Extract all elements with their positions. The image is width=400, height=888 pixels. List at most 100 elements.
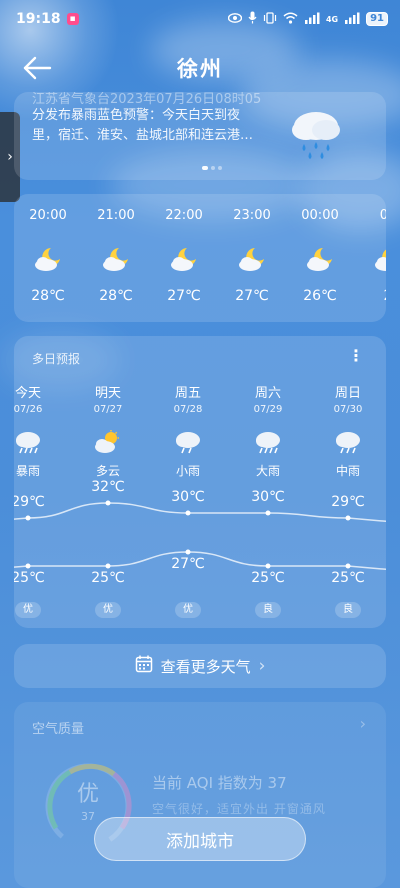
day-name: 周六 xyxy=(254,386,281,401)
moderate-rain-cloud-icon xyxy=(334,430,362,458)
pager-dot xyxy=(211,166,215,170)
day-condition: 中雨 xyxy=(335,464,360,478)
aqi-badge: 良 xyxy=(335,602,361,618)
moon-cloud-icon xyxy=(238,246,266,276)
more-weather-label: 查看更多天气 xyxy=(160,657,251,676)
high-temp-curve-point xyxy=(345,515,351,521)
day-date: 07/27 xyxy=(93,404,123,415)
low-temp-curve-point xyxy=(345,563,351,569)
day-date: 07/26 xyxy=(14,404,43,415)
alert-line-1: 分发布暴雨蓝色预警：今天白天到夜 xyxy=(32,108,241,123)
hour-temp: 28℃ xyxy=(99,288,133,304)
low-temp-label: 25℃ xyxy=(14,570,45,586)
battery-icon: 91 xyxy=(366,12,388,26)
alert-text: 江苏省气象台2023年07月26日08时05 分发布暴雨蓝色预警：今天白天到夜 … xyxy=(32,92,292,146)
high-temp-label: 30℃ xyxy=(251,489,285,505)
heavy-rain-cloud-icon xyxy=(286,106,346,166)
aqi-description: 当前 AQI 指数为 37 xyxy=(152,774,287,792)
day-date: 07/28 xyxy=(173,404,203,415)
add-city-button[interactable]: 添加城市 xyxy=(94,817,306,861)
moon-cloud-icon xyxy=(102,246,130,276)
chevron-right-icon: › xyxy=(258,656,266,676)
day-name: 周日 xyxy=(334,386,361,401)
aqi-badge: 良 xyxy=(255,602,281,618)
hour-temp: 26℃ xyxy=(303,288,337,304)
hour-time: 01 xyxy=(379,208,386,223)
daily-forecast-card[interactable]: 多日预报 ⋮ 今天 07/26 暴雨 优 明天 07/27 多云 优 周五 07… xyxy=(14,336,386,628)
aqi-badge: 优 xyxy=(175,602,201,618)
app-header: 徐州 xyxy=(0,46,400,90)
low-temp-label: 25℃ xyxy=(91,570,125,586)
aqi-title: 空气质量 xyxy=(32,722,85,737)
day-name: 明天 xyxy=(94,386,121,401)
low-temp-label: 25℃ xyxy=(251,570,285,586)
moon-cloud-icon xyxy=(374,246,386,276)
hourly-forecast-card[interactable]: 20:00 28℃ 21:00 28℃ 22:00 27℃ 23:00 27℃ … xyxy=(14,194,386,322)
day-name: 周五 xyxy=(174,386,201,401)
alert-line-2: 里，宿迁、淮安、盐城北部和连云港… xyxy=(32,128,254,143)
add-city-label: 添加城市 xyxy=(166,831,234,852)
high-temp-curve-point xyxy=(25,515,31,521)
moon-cloud-icon xyxy=(34,246,62,276)
light-rain-cloud-icon xyxy=(174,430,202,458)
hour-time: 20:00 xyxy=(29,208,67,223)
hour-time: 23:00 xyxy=(233,208,271,223)
chevron-right-icon: › xyxy=(359,714,366,733)
aqi-badge: 优 xyxy=(15,602,41,618)
hour-temp: 28℃ xyxy=(31,288,65,304)
high-temp-label: 32℃ xyxy=(91,479,125,495)
low-temp-curve-point xyxy=(25,563,31,569)
network-type-label: 4G xyxy=(325,14,339,24)
day-name: 今天 xyxy=(14,386,41,401)
signal-icon xyxy=(304,12,320,27)
aqi-advice: 空气很好，适宜外出 开窗通风 xyxy=(152,802,326,816)
low-temp-label: 25℃ xyxy=(331,570,365,586)
status-bar: 19:18 ▪ 4G 91 xyxy=(0,0,400,38)
status-time: 19:18 xyxy=(16,11,61,27)
day-date: 07/29 xyxy=(253,404,283,415)
pager-dot xyxy=(218,166,222,170)
weather-alert-card[interactable]: 江苏省气象台2023年07月26日08时05 分发布暴雨蓝色预警：今天白天到夜 … xyxy=(14,92,386,180)
hour-time: 22:00 xyxy=(165,208,203,223)
eye-icon xyxy=(227,12,243,26)
day-condition: 大雨 xyxy=(255,464,280,478)
high-temp-curve-point xyxy=(185,510,191,516)
signal-icon-2 xyxy=(344,12,360,27)
low-temp-label: 27℃ xyxy=(171,556,205,572)
alert-pager xyxy=(202,166,222,170)
heavy-rain-cloud-icon xyxy=(254,430,282,458)
low-temp-curve-point xyxy=(265,563,271,569)
rain-cloud-icon xyxy=(14,430,42,458)
high-temp-label: 29℃ xyxy=(14,494,45,510)
moon-cloud-icon xyxy=(306,246,334,276)
day-date: 07/30 xyxy=(333,404,363,415)
vibrate-icon xyxy=(263,11,277,27)
pager-dot xyxy=(202,166,208,170)
day-condition: 小雨 xyxy=(175,464,200,478)
low-temp-curve-point xyxy=(185,549,191,555)
wifi-icon xyxy=(283,12,298,27)
high-temp-label: 29℃ xyxy=(331,494,365,510)
hour-temp: 2 xyxy=(354,288,386,304)
aqi-level: 优 xyxy=(76,782,99,807)
back-button[interactable] xyxy=(22,54,58,82)
hour-temp: 27℃ xyxy=(235,288,269,304)
day-condition: 多云 xyxy=(95,464,120,478)
calendar-icon xyxy=(135,655,153,677)
alert-line-0: 江苏省气象台2023年07月26日08时05 xyxy=(32,92,262,106)
low-temp-curve-point xyxy=(105,563,111,569)
chevron-right-icon: › xyxy=(7,149,13,165)
high-temp-curve-point xyxy=(265,510,271,516)
notification-app-icon: ▪ xyxy=(66,13,79,25)
hour-time: 00:00 xyxy=(301,208,339,223)
hour-time: 21:00 xyxy=(97,208,135,223)
high-temp-label: 30℃ xyxy=(171,489,205,505)
back-arrow-icon xyxy=(23,56,52,80)
moon-cloud-icon xyxy=(170,246,198,276)
day-condition: 暴雨 xyxy=(15,464,40,478)
aqi-badge: 优 xyxy=(95,602,121,618)
high-temp-curve-point xyxy=(105,500,111,506)
sun-cloud-icon xyxy=(94,430,122,458)
hour-temp: 27℃ xyxy=(167,288,201,304)
more-weather-button[interactable]: 查看更多天气 › xyxy=(14,644,386,688)
